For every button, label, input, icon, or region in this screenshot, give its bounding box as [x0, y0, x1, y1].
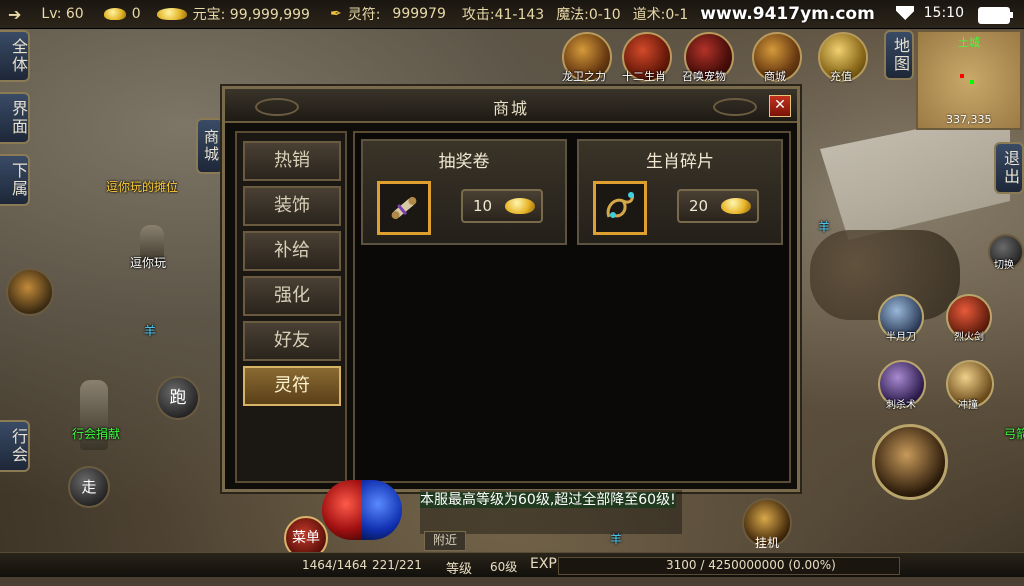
item-price: 10	[473, 197, 493, 215]
skill-label: 刺杀术	[886, 400, 916, 411]
skill-label: 半月刀	[886, 332, 916, 343]
scroll-icon[interactable]	[377, 181, 431, 235]
auto-hang-button[interactable]: 挂机	[742, 498, 792, 550]
shop-header: 商城 ✕	[225, 89, 797, 123]
skill-label: 冲撞	[958, 400, 978, 411]
yuanbao-icon	[721, 198, 751, 214]
attack-sword-icon[interactable]	[872, 424, 948, 500]
minimap-location: 土城	[958, 36, 980, 49]
top-icon-label: 召唤宠物	[682, 70, 726, 83]
chat-window[interactable]: 本服最高等级为60级,超过全部降至60级!	[420, 490, 682, 534]
level-label: 等级	[446, 562, 473, 577]
close-button[interactable]: ✕	[769, 95, 791, 117]
shop-category-tabs: 热销 装饰 补给 强化 好友 灵符	[235, 131, 347, 483]
status-bar: ➔ Lv: 60 0 元宝: 99,999,999 ✒ 灵符: 999979 攻…	[0, 0, 1024, 29]
clock: 15:10	[923, 5, 964, 21]
tab-enhance[interactable]: 强化	[243, 276, 341, 316]
minimap-npc-marker	[970, 80, 974, 84]
mp-text: 221/221	[372, 558, 422, 572]
top-icon-label: 商城	[764, 70, 786, 83]
sidebar-button-subordinate[interactable]: 下属	[0, 154, 30, 206]
sheep-label: 羊	[144, 324, 157, 338]
top-icon-label: 十二生肖	[622, 70, 666, 83]
map-button[interactable]: 地图	[884, 30, 914, 80]
level-value: 60级	[490, 560, 518, 574]
walk-button[interactable]: 走	[68, 466, 110, 508]
minimap-player-marker	[960, 74, 964, 78]
yuanbao-icon	[156, 8, 187, 20]
buy-button[interactable]: 10	[461, 189, 543, 223]
sidebar-button-guild[interactable]: 行会	[0, 420, 30, 472]
tab-decoration[interactable]: 装饰	[243, 186, 341, 226]
chat-message: 本服最高等级为60级,超过全部降至60级!	[420, 492, 676, 508]
magic-text: 魔法:0-10	[556, 7, 621, 23]
player-name: 逗你玩	[130, 256, 167, 270]
tab-nearby-chat[interactable]: 附近	[424, 531, 466, 551]
tab-friends[interactable]: 好友	[243, 321, 341, 361]
sidebar-button-interface[interactable]: 界面	[0, 92, 30, 144]
item-name: 抽奖卷	[438, 152, 490, 172]
battery-icon	[978, 7, 1013, 24]
top-icon-label: 充值	[830, 70, 852, 83]
skill-label: 切换	[994, 260, 1014, 271]
shop-window: 商城 ✕ 热销 装饰 补给 强化 好友 灵符 抽奖卷 10 生肖碎片 20	[222, 86, 800, 492]
guild-donate-label[interactable]: 行会捐献	[72, 425, 120, 442]
expand-arrow-icon[interactable]: ➔	[8, 5, 21, 24]
minimap-coords: 337,335	[946, 113, 992, 126]
exit-button[interactable]: 退出	[994, 142, 1024, 194]
ornament-icon	[713, 98, 757, 116]
tab-hot[interactable]: 热销	[243, 141, 341, 181]
lingfu-value: 999979	[392, 6, 446, 22]
sheep-label: 羊	[818, 220, 831, 234]
yuanbao-text: 元宝: 99,999,999	[192, 7, 310, 23]
exp-label: EXP	[530, 556, 557, 572]
hp-text: 1464/1464	[302, 558, 368, 572]
attack-text: 攻击:41-143	[461, 7, 545, 23]
item-name: 生肖碎片	[646, 152, 714, 172]
shop-item-card[interactable]: 生肖碎片 20	[577, 139, 783, 245]
run-button[interactable]: 跑	[156, 376, 200, 420]
shop-items-panel: 抽奖卷 10 生肖碎片 20	[353, 131, 791, 483]
shop-title: 商城	[492, 99, 529, 118]
sidebar-button-all[interactable]: 全体	[0, 30, 30, 82]
minimap[interactable]: 土城 337,335	[916, 30, 1022, 130]
gold-value: 0	[131, 6, 141, 22]
site-watermark: www.9417ym.com	[700, 4, 875, 24]
shop-item-card[interactable]: 抽奖卷 10	[361, 139, 567, 245]
tab-supplies[interactable]: 补给	[243, 231, 341, 271]
dragon-fragment-icon[interactable]	[593, 181, 647, 235]
level-text: Lv: 60	[41, 6, 84, 22]
bottom-status-bar: 1464/1464 221/221 等级 60级 EXP 3100 / 4250…	[0, 552, 1024, 577]
archer-label: 弓箭	[1004, 427, 1024, 441]
top-icon-label: 龙卫之力	[562, 70, 606, 83]
character-avatar-button[interactable]	[6, 268, 54, 316]
lingfu-label: 灵符:	[347, 7, 381, 23]
tab-lingfu[interactable]: 灵符	[243, 366, 341, 406]
buy-button[interactable]: 20	[677, 189, 759, 223]
lingfu-icon: ✒	[329, 6, 342, 22]
item-price: 20	[689, 197, 709, 215]
wifi-icon	[896, 6, 914, 20]
yuanbao-icon	[505, 198, 535, 214]
skill-label: 烈火剑	[954, 332, 984, 343]
taoism-text: 道术:0-1	[632, 7, 689, 23]
stall-title: 逗你玩的摊位	[106, 180, 179, 194]
gold-icon	[103, 8, 126, 20]
shop-side-tab[interactable]: 商城	[196, 118, 224, 174]
exp-value: 3100 / 4250000000 (0.00%)	[666, 558, 836, 572]
